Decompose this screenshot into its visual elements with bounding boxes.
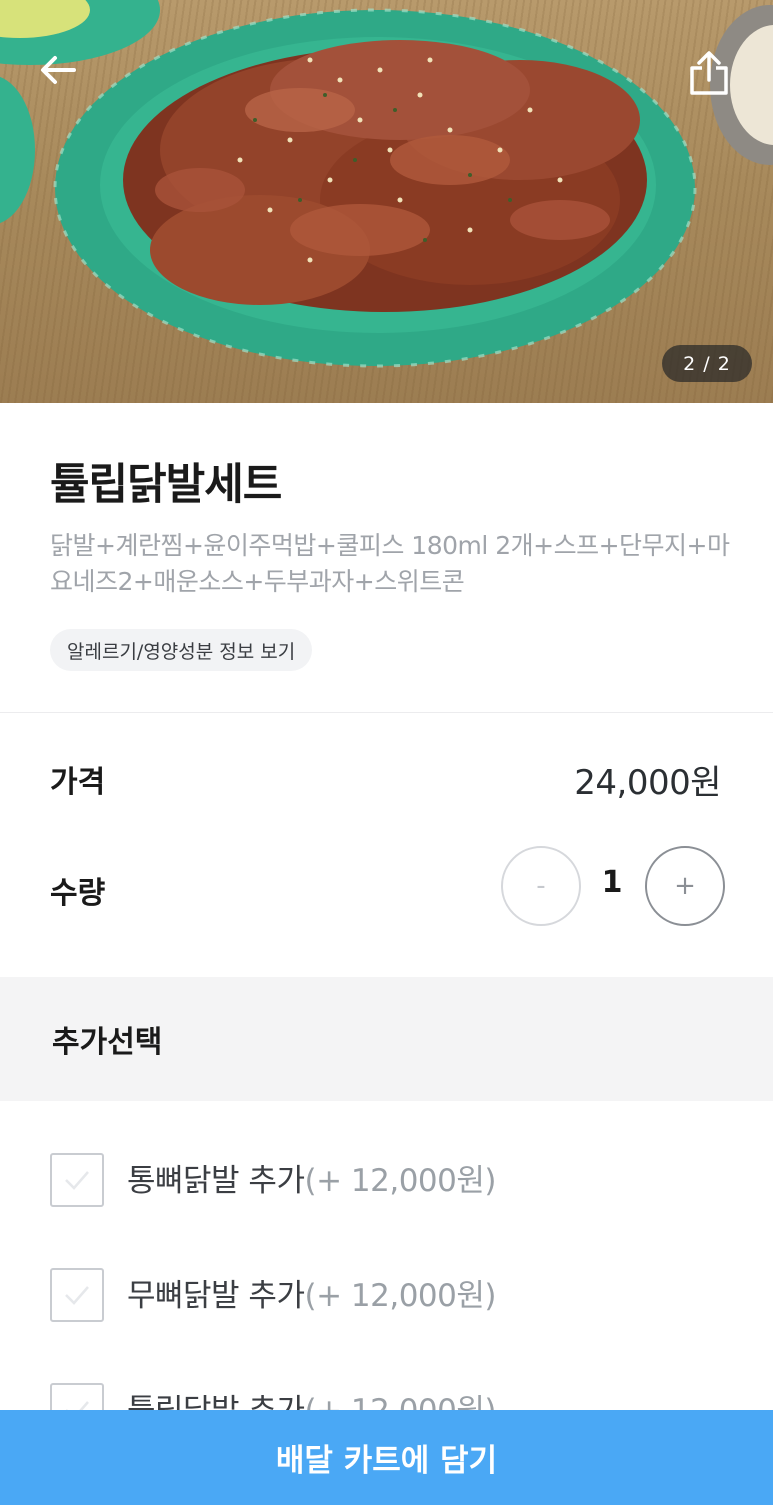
- option-name: 통뼈닭발 추가: [127, 1163, 305, 1199]
- option-item[interactable]: 무뼈닭발 추가(+ 12,000원): [0, 1268, 773, 1348]
- quantity-decrease-button[interactable]: -: [501, 846, 581, 926]
- add-to-cart-button[interactable]: 배달 카트에 담기: [0, 1410, 773, 1505]
- minus-icon: -: [536, 871, 546, 901]
- option-price: (+ 12,000원): [304, 1278, 496, 1314]
- option-checkbox[interactable]: [50, 1268, 104, 1322]
- allergy-info-button[interactable]: 알레르기/영양성분 정보 보기: [50, 629, 313, 671]
- price-label: 가격: [50, 765, 106, 800]
- option-label: 무뼈닭발 추가(+ 12,000원): [127, 1270, 496, 1315]
- back-button[interactable]: [40, 55, 90, 105]
- option-label: 통뼈닭발 추가(+ 12,000원): [127, 1155, 496, 1200]
- check-icon: [65, 1286, 89, 1305]
- quantity-value: 1: [601, 865, 623, 900]
- option-price: (+ 12,000원): [304, 1163, 496, 1199]
- option-checkbox[interactable]: [50, 1153, 104, 1207]
- quantity-label: 수량: [50, 876, 106, 911]
- food-photo: [0, 0, 773, 368]
- arrow-left-icon: [41, 56, 76, 84]
- price-value: 24,000원: [574, 763, 721, 803]
- section-divider: [0, 712, 773, 713]
- share-button[interactable]: [688, 50, 744, 106]
- plus-icon: +: [674, 871, 696, 901]
- side-plate-left: [0, 76, 35, 224]
- share-icon: [690, 51, 728, 95]
- product-image[interactable]: 2 / 2: [0, 0, 773, 403]
- product-description: 닭발+계란찜+윤이주먹밥+쿨피스 180ml 2개+스프+단무지+마요네즈2+매…: [50, 531, 730, 596]
- product-title: 튤립닭발세트: [50, 460, 282, 510]
- image-page-indicator: 2 / 2: [662, 345, 752, 382]
- check-icon: [65, 1171, 89, 1190]
- options-section-header: 추가선택: [0, 977, 773, 1101]
- quantity-increase-button[interactable]: +: [645, 846, 725, 926]
- option-name: 무뼈닭발 추가: [127, 1278, 305, 1314]
- option-item[interactable]: 통뼈닭발 추가(+ 12,000원): [0, 1153, 773, 1233]
- options-title: 추가선택: [52, 1025, 163, 1060]
